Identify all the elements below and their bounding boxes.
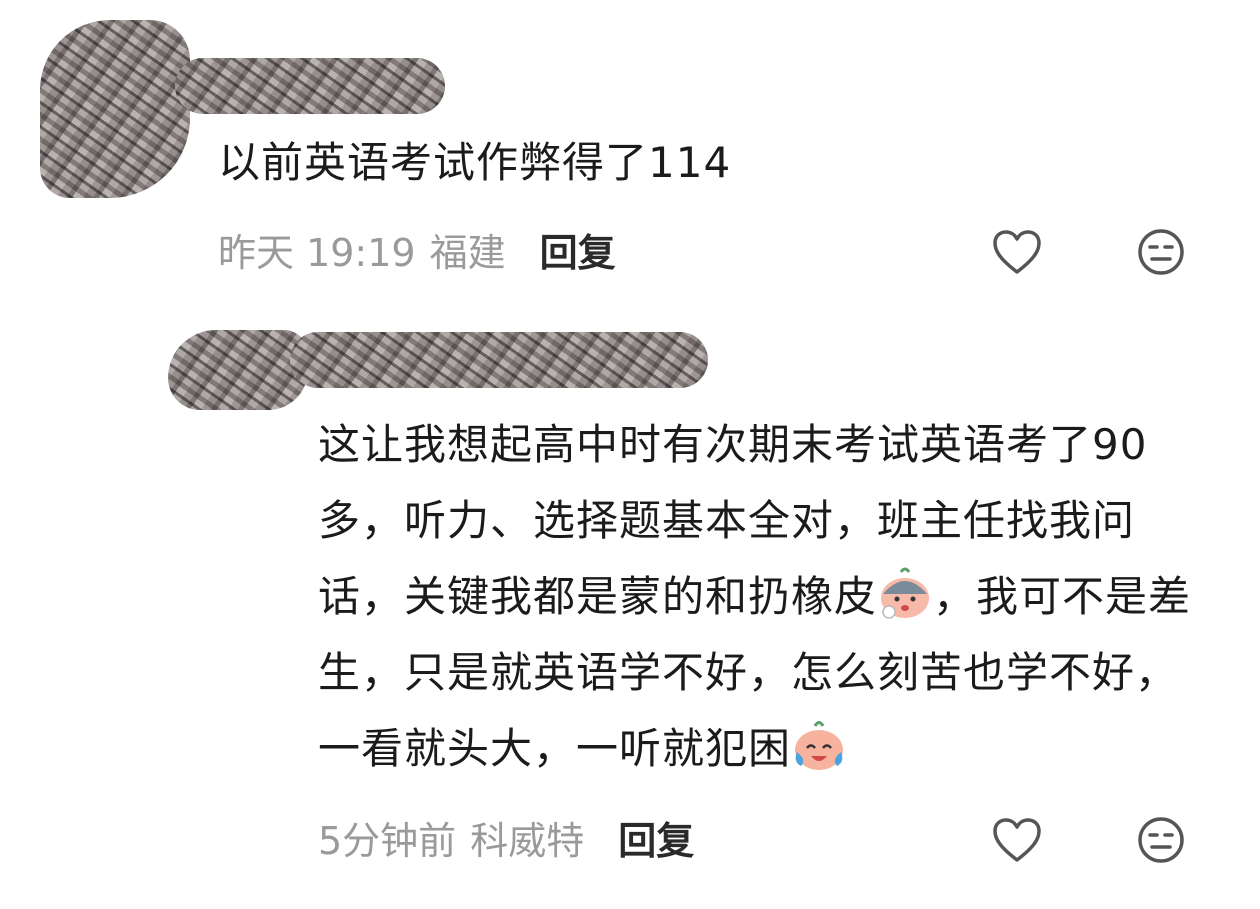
avatar-obscured[interactable] xyxy=(168,330,308,410)
reply-button[interactable]: 回复 xyxy=(618,810,694,865)
neutral-face-icon[interactable] xyxy=(1134,813,1188,867)
laughing-tears-emoji xyxy=(791,718,847,774)
reply-button[interactable]: 回复 xyxy=(540,222,616,277)
comment-meta: 5分钟前 科威特 回复 xyxy=(318,810,694,865)
worried-face-emoji xyxy=(877,566,933,622)
heart-outline-icon[interactable] xyxy=(990,225,1044,279)
username-obscured[interactable] xyxy=(290,332,708,388)
comment-text: 以前英语考试作弊得了114 xyxy=(218,138,732,187)
username-obscured[interactable] xyxy=(175,58,445,114)
comment-location: 福建 xyxy=(429,231,506,275)
neutral-face-icon[interactable] xyxy=(1134,225,1188,279)
comment-meta: 昨天 19:19 福建 回复 xyxy=(218,222,616,277)
comment-time: 5分钟前 xyxy=(318,819,457,863)
heart-outline-icon[interactable] xyxy=(990,813,1044,867)
avatar-obscured[interactable] xyxy=(40,20,190,198)
comment-time: 昨天 19:19 xyxy=(218,231,416,275)
comment-location: 科威特 xyxy=(470,819,585,863)
comment-text: 这让我想起高中时有次期末考试英语考了90多，听力、选择题基本全对，班主任找我问话… xyxy=(318,407,1208,787)
